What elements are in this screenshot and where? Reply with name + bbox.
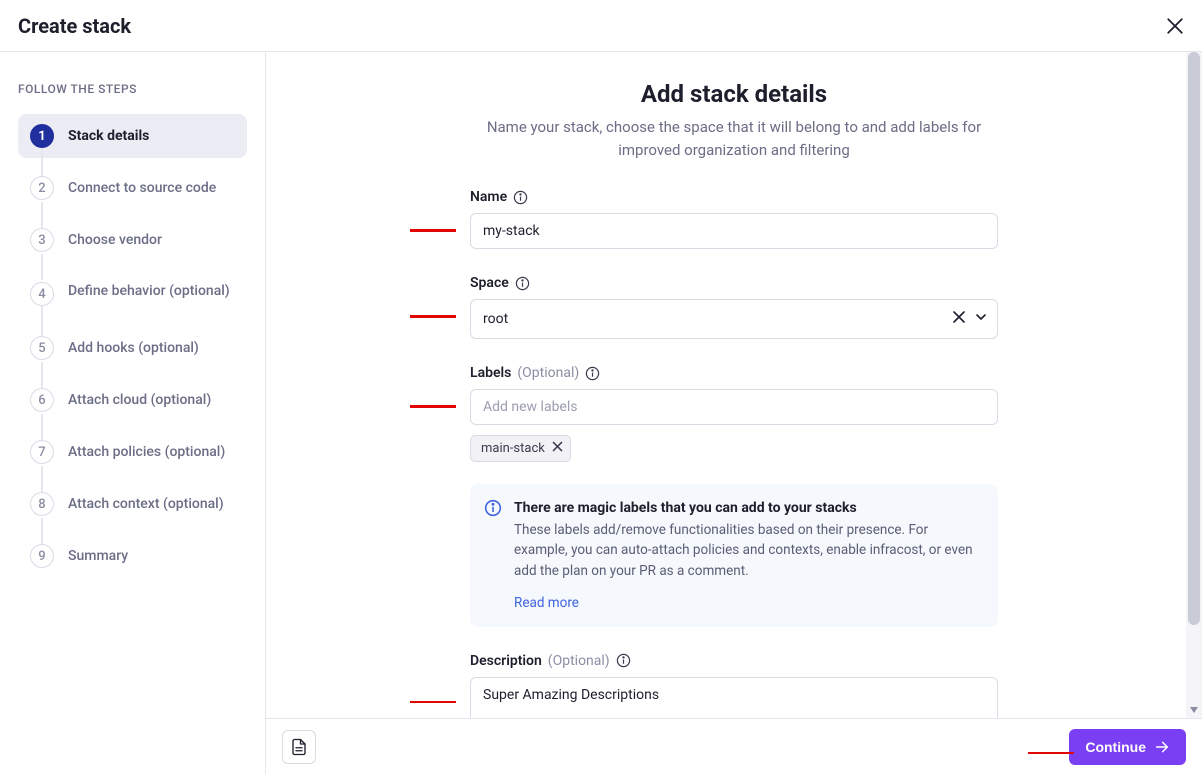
- scroll-down-icon[interactable]: [1186, 702, 1202, 718]
- step-number: 1: [30, 124, 54, 148]
- step-label: Define behavior (optional): [68, 282, 230, 301]
- read-more-link[interactable]: Read more: [514, 595, 579, 611]
- labels-label: Labels: [470, 365, 511, 381]
- step-label: Stack details: [68, 127, 149, 146]
- step-number: 7: [30, 440, 54, 464]
- step-label: Attach cloud (optional): [68, 391, 211, 410]
- main-area: Add stack details Name your stack, choos…: [266, 52, 1202, 774]
- step-add-hooks[interactable]: 5 Add hooks (optional): [18, 326, 247, 370]
- step-label: Attach context (optional): [68, 495, 224, 514]
- field-description: Description (Optional): [470, 653, 998, 718]
- scrollbar[interactable]: [1186, 52, 1202, 718]
- infobox-title: There are magic labels that you can add …: [514, 500, 980, 516]
- labels-input-wrap[interactable]: [470, 389, 998, 425]
- dialog-footer: Continue: [266, 718, 1202, 774]
- step-label: Add hooks (optional): [68, 339, 199, 358]
- step-stack-details[interactable]: 1 Stack details: [18, 114, 247, 158]
- space-value: root: [483, 311, 943, 327]
- step-attach-context[interactable]: 8 Attach context (optional): [18, 482, 247, 526]
- description-label: Description: [470, 653, 542, 669]
- annotation-mark: [410, 405, 456, 408]
- labels-chips: main-stack: [470, 435, 998, 462]
- step-number: 2: [30, 176, 54, 200]
- annotation-mark: [410, 315, 456, 318]
- info-box: There are magic labels that you can add …: [470, 484, 998, 627]
- name-input[interactable]: [470, 213, 998, 249]
- infobox-text: These labels add/remove functionalities …: [514, 520, 980, 581]
- field-name: Name: [470, 189, 998, 249]
- dialog-header: Create stack: [0, 0, 1202, 52]
- scrollbar-thumb[interactable]: [1188, 52, 1200, 625]
- info-icon: [484, 499, 502, 521]
- close-icon[interactable]: [1166, 17, 1184, 35]
- dialog-title: Create stack: [18, 14, 131, 38]
- step-number: 8: [30, 492, 54, 516]
- chip-remove-icon[interactable]: [551, 440, 564, 457]
- label-chip: main-stack: [470, 435, 571, 462]
- continue-button[interactable]: Continue: [1069, 729, 1186, 765]
- step-number: 9: [30, 544, 54, 568]
- step-number: 3: [30, 228, 54, 252]
- annotation-mark: [1028, 752, 1074, 755]
- document-icon-button[interactable]: [282, 730, 316, 764]
- page-subtitle: Name your stack, choose the space that i…: [464, 116, 1004, 161]
- field-labels: Labels (Optional) main-stack: [470, 365, 998, 627]
- step-label: Choose vendor: [68, 231, 162, 250]
- step-number: 5: [30, 336, 54, 360]
- optional-tag: (Optional): [517, 365, 579, 381]
- step-label: Connect to source code: [68, 179, 216, 198]
- labels-input[interactable]: [471, 390, 997, 424]
- space-select[interactable]: root: [470, 299, 998, 339]
- optional-tag: (Optional): [548, 653, 610, 669]
- annotation-mark: [410, 701, 456, 704]
- sidebar-heading: FOLLOW THE STEPS: [18, 82, 247, 96]
- step-choose-vendor[interactable]: 3 Choose vendor: [18, 218, 247, 262]
- info-icon[interactable]: [513, 190, 528, 205]
- description-textarea[interactable]: [470, 677, 998, 718]
- space-label: Space: [470, 275, 509, 291]
- info-icon[interactable]: [585, 366, 600, 381]
- field-space: Space root: [470, 275, 998, 339]
- main-scroll[interactable]: Add stack details Name your stack, choos…: [266, 52, 1202, 718]
- step-number: 6: [30, 388, 54, 412]
- step-label: Summary: [68, 547, 128, 566]
- step-attach-policies[interactable]: 7 Attach policies (optional): [18, 430, 247, 474]
- steps-list: 1 Stack details 2 Connect to source code…: [18, 114, 247, 578]
- page-title: Add stack details: [370, 80, 1098, 108]
- steps-sidebar: FOLLOW THE STEPS 1 Stack details 2 Conne…: [0, 52, 266, 774]
- step-number: 4: [30, 282, 54, 306]
- name-label: Name: [470, 189, 507, 205]
- step-summary[interactable]: 9 Summary: [18, 534, 247, 578]
- step-connect-source[interactable]: 2 Connect to source code: [18, 166, 247, 210]
- clear-icon[interactable]: [951, 309, 967, 329]
- chip-text: main-stack: [481, 441, 545, 456]
- continue-label: Continue: [1085, 739, 1146, 755]
- chevron-down-icon[interactable]: [973, 309, 989, 329]
- step-label: Attach policies (optional): [68, 443, 225, 462]
- step-attach-cloud[interactable]: 6 Attach cloud (optional): [18, 378, 247, 422]
- info-icon[interactable]: [515, 276, 530, 291]
- annotation-mark: [410, 229, 456, 232]
- step-define-behavior[interactable]: 4 Define behavior (optional): [18, 270, 247, 318]
- info-icon[interactable]: [616, 653, 631, 668]
